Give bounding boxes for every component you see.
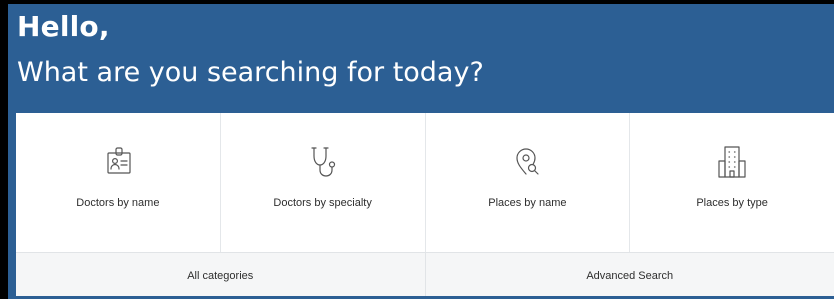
card-label: Places by name xyxy=(488,197,567,209)
building-icon xyxy=(714,143,750,183)
card-label: Doctors by name xyxy=(76,197,160,209)
category-cards: Doctors by name Doctors by specialty Pla… xyxy=(16,113,834,252)
search-categories-panel: Doctors by name Doctors by specialty Pla… xyxy=(16,113,834,299)
stethoscope-icon xyxy=(305,143,341,183)
bottom-links: All categories Advanced Search xyxy=(16,252,834,299)
search-page: Hello, What are you searching for today?… xyxy=(8,4,834,299)
card-doctors-by-name[interactable]: Doctors by name xyxy=(16,113,221,252)
all-categories-link[interactable]: All categories xyxy=(16,253,426,299)
id-card-icon xyxy=(100,143,136,183)
card-label: Doctors by specialty xyxy=(273,197,372,209)
advanced-search-link[interactable]: Advanced Search xyxy=(426,253,834,299)
card-label: Places by type xyxy=(696,197,768,209)
card-doctors-by-specialty[interactable]: Doctors by specialty xyxy=(221,113,426,252)
card-places-by-name[interactable]: Places by name xyxy=(426,113,631,252)
greeting-heading: Hello, xyxy=(17,10,110,43)
page-subtitle: What are you searching for today? xyxy=(17,57,484,88)
location-pin-search-icon xyxy=(509,143,545,183)
card-places-by-type[interactable]: Places by type xyxy=(630,113,834,252)
